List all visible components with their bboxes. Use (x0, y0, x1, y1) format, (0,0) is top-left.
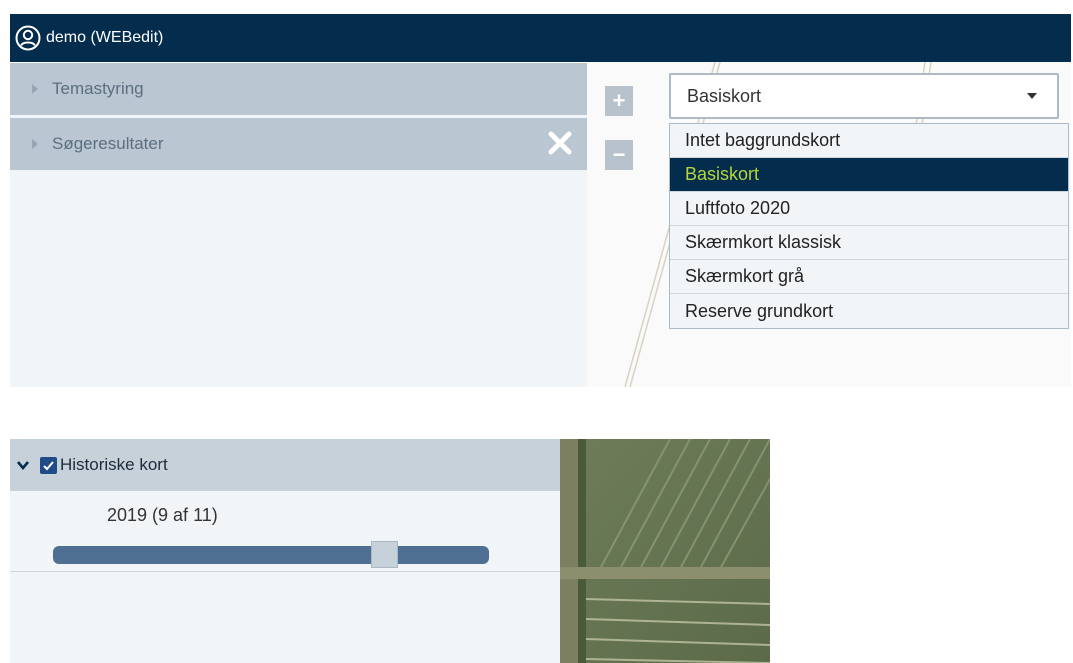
user-icon[interactable] (15, 25, 41, 51)
caret-down-icon (1027, 93, 1037, 99)
historical-maps-header[interactable]: Historiske kort (10, 439, 560, 491)
aerial-image (560, 439, 770, 663)
basemap-option-reserve[interactable]: Reserve grundkort (670, 294, 1068, 328)
user-name[interactable]: demo (WEBedit) (46, 29, 163, 47)
historical-maps-title: Historiske kort (60, 455, 168, 474)
historical-maps-panel: Historiske kort 2019 (9 af 11) (10, 439, 560, 663)
year-slider-track[interactable] (53, 546, 489, 564)
basemap-option-luftfoto[interactable]: Luftfoto 2020 (670, 192, 1068, 226)
basemap-option-skaermkort-klassisk[interactable]: Skærmkort klassisk (670, 226, 1068, 260)
basemap-option-skaermkort-gra[interactable]: Skærmkort grå (670, 260, 1068, 294)
zoom-out-button[interactable]: − (605, 140, 633, 170)
aerial-map-view[interactable] (560, 439, 770, 663)
caret-right-icon (32, 84, 38, 94)
year-label: 2019 (9 af 11) (107, 505, 218, 525)
zoom-in-button[interactable]: + (605, 86, 633, 116)
chevron-down-icon[interactable] (16, 458, 30, 472)
checkmark-icon (43, 460, 54, 470)
basemap-select[interactable]: Basiskort (669, 73, 1059, 119)
accordion-label: Søgeresultater (52, 134, 164, 153)
divider (10, 571, 560, 572)
accordion-sogeresultater[interactable]: Søgeresultater (10, 115, 587, 170)
year-slider-handle[interactable] (371, 541, 399, 568)
caret-right-icon (32, 139, 38, 149)
close-icon[interactable] (547, 130, 573, 156)
basemap-option-none[interactable]: Intet baggrundskort (670, 124, 1068, 158)
basemap-dropdown: Intet baggrundskort Basiskort Luftfoto 2… (669, 123, 1069, 329)
left-panel: Temastyring Søgeresultater (10, 63, 587, 387)
accordion-temastyring[interactable]: Temastyring (10, 63, 587, 115)
basemap-selected-value: Basiskort (687, 85, 762, 106)
historical-maps-checkbox[interactable] (40, 456, 57, 474)
top-bar: demo (WEBedit) (10, 14, 1071, 62)
accordion-label: Temastyring (52, 79, 144, 98)
basemap-option-basiskort[interactable]: Basiskort (670, 158, 1068, 192)
